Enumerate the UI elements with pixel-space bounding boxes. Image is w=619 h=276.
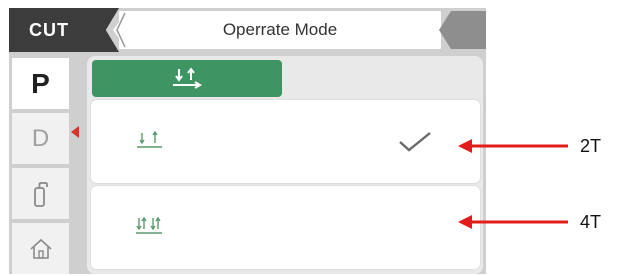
annotation-label-4t: 4T: [580, 212, 602, 232]
sidebar-item-label: P: [31, 67, 50, 99]
annotation-arrow-4t: [458, 215, 568, 229]
sidebar-item-label: D: [31, 124, 50, 152]
gas-cylinder-icon: [33, 181, 48, 207]
active-indicator-arrow: [71, 126, 79, 138]
next-button[interactable]: [439, 11, 486, 49]
annotation-label-2t: 2T: [580, 136, 602, 156]
sidebar-item-d[interactable]: D: [12, 113, 69, 164]
back-chevron-icon[interactable]: [115, 11, 127, 49]
sidebar: P D: [9, 56, 79, 274]
device-screen: CUT Operrate Mode P D: [9, 8, 486, 274]
trigger-4t-icon: [136, 216, 162, 234]
sidebar-item-p[interactable]: P: [12, 58, 69, 109]
sidebar-item-gas[interactable]: [12, 168, 69, 219]
option-2t[interactable]: [91, 100, 480, 183]
checkmark-icon: [399, 132, 431, 152]
home-icon: [29, 238, 52, 259]
sidebar-item-home[interactable]: [12, 223, 69, 274]
annotation-arrow-2t: [458, 139, 568, 153]
mode-tag: CUT: [9, 8, 119, 52]
selected-mode-tab[interactable]: [92, 60, 282, 97]
trigger-2t-icon: [173, 66, 202, 89]
option-4t[interactable]: [91, 186, 480, 269]
trigger-2t-icon: [137, 130, 162, 148]
header: CUT Operrate Mode: [9, 8, 486, 52]
page-title: Operrate Mode: [119, 11, 441, 49]
